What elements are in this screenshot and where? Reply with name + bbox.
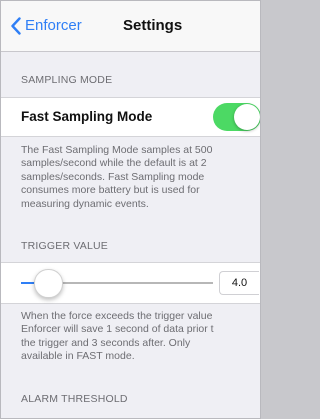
fast-sampling-toggle[interactable] bbox=[213, 103, 260, 131]
fast-sampling-row: Fast Sampling Mode bbox=[1, 97, 260, 137]
sampling-mode-header: SAMPLING MODE bbox=[21, 74, 113, 86]
alarm-threshold-header: ALARM THRESHOLD bbox=[21, 393, 128, 405]
trigger-value-field[interactable]: 4.0 bbox=[219, 271, 259, 295]
back-button[interactable]: Enforcer bbox=[11, 15, 82, 37]
sampling-mode-description: The Fast Sampling Mode samples at 500 sa… bbox=[21, 144, 213, 210]
trigger-value-row: 4.0 bbox=[1, 262, 260, 304]
settings-screen: Enforcer Settings SAMPLING MODE Fast Sam… bbox=[0, 0, 261, 419]
page-title: Settings bbox=[123, 17, 183, 34]
trigger-value-description: When the force exceeds the trigger value… bbox=[21, 310, 214, 363]
back-button-label: Enforcer bbox=[25, 17, 82, 34]
trigger-slider-thumb[interactable] bbox=[34, 269, 64, 298]
navigation-bar: Enforcer Settings bbox=[1, 1, 260, 52]
toggle-knob bbox=[234, 104, 260, 130]
trigger-value-header: TRIGGER VALUE bbox=[21, 240, 109, 252]
chevron-left-icon bbox=[11, 17, 21, 35]
fast-sampling-label: Fast Sampling Mode bbox=[21, 109, 153, 124]
